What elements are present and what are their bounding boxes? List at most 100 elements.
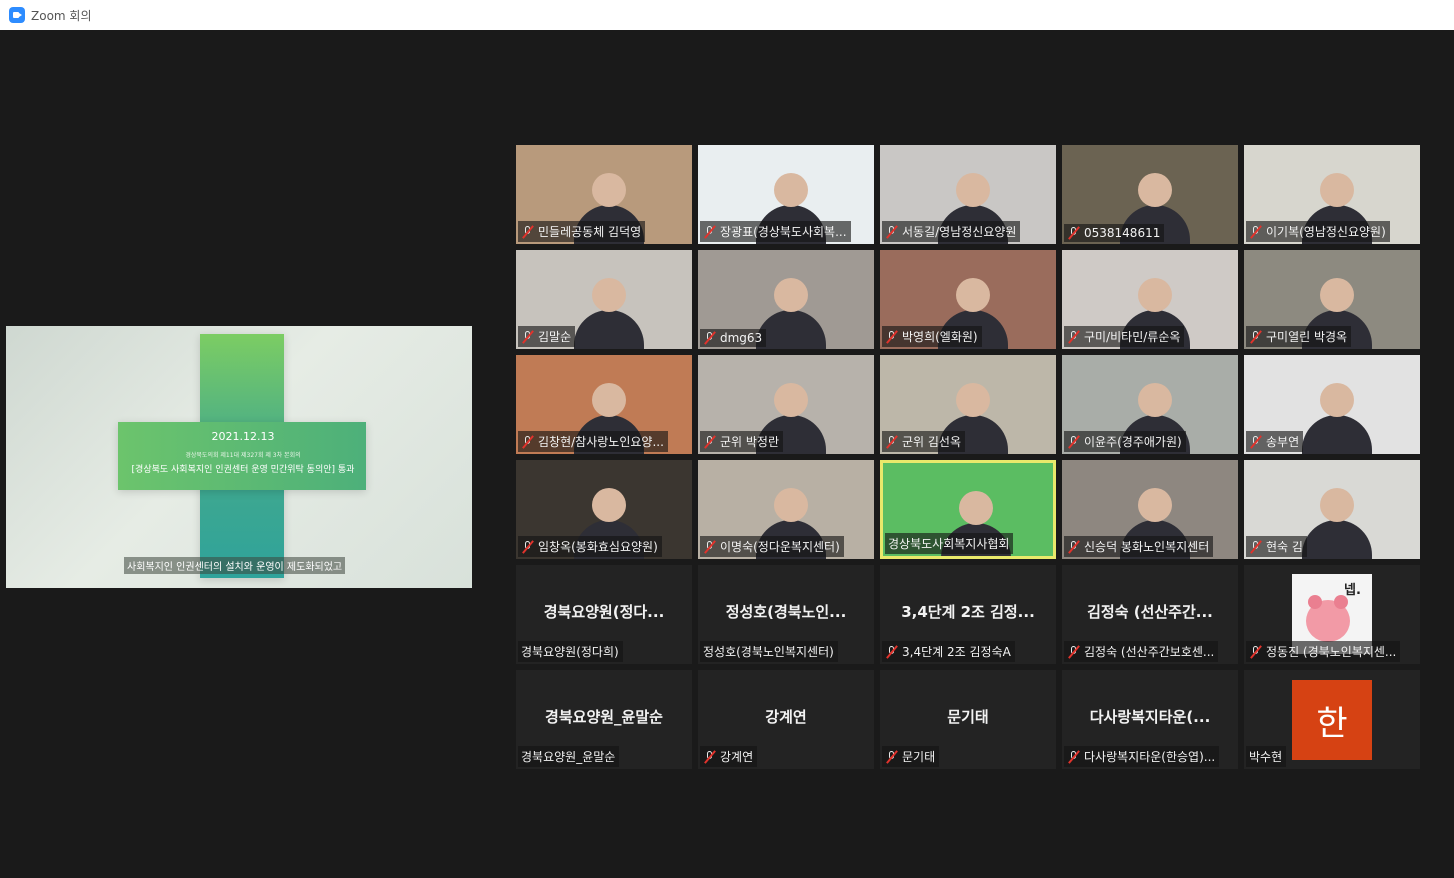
participant-tile[interactable]: 군위 박정란 <box>698 355 874 454</box>
participant-tile[interactable]: 김정숙 (선산주간... 김정숙 (선산주간보호센... <box>1062 565 1238 664</box>
participant-name: 민들레공동체 김덕영 <box>538 225 642 239</box>
person-head <box>592 488 626 522</box>
person-head <box>592 278 626 312</box>
participant-tile[interactable]: 강계연 강계연 <box>698 670 874 769</box>
participant-tile[interactable]: 서동길/영남정신요양원 <box>880 145 1056 244</box>
participant-name: dmg63 <box>720 331 763 345</box>
muted-mic-icon <box>1067 226 1081 240</box>
participant-tile[interactable]: 3,4단계 2조 김정... 3,4단계 2조 김정숙A <box>880 565 1056 664</box>
participant-name: 이명숙(정다운복지센터) <box>720 540 840 554</box>
participant-name: 구미/비타민/류순옥 <box>1084 330 1181 344</box>
participant-tile[interactable]: 박영희(엘화원) <box>880 250 1056 349</box>
muted-mic-icon <box>1249 434 1263 449</box>
title-bar: Zoom 회의 <box>0 0 1454 30</box>
participant-name: 김창현/참사랑노인요양... <box>538 435 664 449</box>
share-headline: [경상북도 사회복지인 인권센터 운영 민간위탁 동의안] 통과 <box>131 465 355 475</box>
participant-tile[interactable]: 다사랑복지타운(... 다사랑복지타운(한승엽)... <box>1062 670 1238 769</box>
participant-tile[interactable]: 넵. 정동진 (경북노인복지센... <box>1244 565 1420 664</box>
participant-display-name: 다사랑복지타운(... <box>1089 708 1211 726</box>
person-head <box>1138 278 1172 312</box>
participant-display-name: 문기태 <box>947 708 989 726</box>
person-head <box>1138 488 1172 522</box>
participant-name: 강계연 <box>720 750 754 764</box>
participant-display-name: 3,4단계 2조 김정... <box>901 603 1035 621</box>
participant-name: 박영희(엘화원) <box>902 330 978 344</box>
participant-tile[interactable]: 문기태 문기태 <box>880 670 1056 769</box>
participant-name-label: 송부연 <box>1246 431 1304 452</box>
screen-share-view[interactable]: 2021.12.13 경상북도의회 제11대 제327회 제 3차 본회의 [경… <box>6 326 472 588</box>
participant-name: 임창옥(봉화효심요양원) <box>538 540 658 554</box>
participant-tile[interactable]: 김말순 <box>516 250 692 349</box>
participant-tile[interactable]: 경북요양원_윤말순 경북요양원_윤말순 <box>516 670 692 769</box>
participant-tile[interactable]: dmg63 <box>698 250 874 349</box>
muted-mic-icon <box>1249 644 1263 659</box>
participant-tile[interactable]: 송부연 <box>1244 355 1420 454</box>
participant-tile[interactable]: 군위 김선옥 <box>880 355 1056 454</box>
participant-name-label: 임창옥(봉화효심요양원) <box>518 536 662 557</box>
participant-tile[interactable]: 한 박수현 <box>1244 670 1420 769</box>
participant-gallery: 민들레공동체 김덕영 장광표(경상북도사회복... 서동길/영남정신요양원 05381… <box>516 145 1420 769</box>
participant-tile[interactable]: 이기복(영남정신요양원) <box>1244 145 1420 244</box>
participant-name: 경북요양원(정다희) <box>521 645 619 659</box>
participant-name-label: 박수현 <box>1246 746 1287 767</box>
person-head <box>1320 173 1354 207</box>
muted-mic-icon <box>521 329 535 344</box>
muted-mic-icon <box>703 539 717 554</box>
muted-mic-icon <box>885 644 899 659</box>
person-head <box>774 383 808 417</box>
person-silhouette <box>1302 520 1372 559</box>
participant-name: 현숙 김 <box>1266 540 1303 554</box>
participant-tile[interactable]: 경북요양원(정다... 경북요양원(정다희) <box>516 565 692 664</box>
muted-mic-icon <box>1249 539 1263 554</box>
participant-name-label: 3,4단계 2조 김정숙A <box>882 641 1015 662</box>
participant-name: 3,4단계 2조 김정숙A <box>902 645 1011 659</box>
participant-name-label: 문기태 <box>882 746 940 767</box>
muted-mic-icon <box>885 749 899 764</box>
participant-tile[interactable]: 정성호(경북노인... 정성호(경북노인복지센터) <box>698 565 874 664</box>
share-date: 2021.12.13 <box>211 430 275 443</box>
participant-tile[interactable]: 민들레공동체 김덕영 <box>516 145 692 244</box>
participant-tile[interactable]: 구미열린 박경옥 <box>1244 250 1420 349</box>
muted-mic-icon <box>703 749 717 764</box>
person-head <box>774 488 808 522</box>
person-head <box>592 173 626 207</box>
participant-name: 정성호(경북노인복지센터) <box>703 645 834 659</box>
participant-display-name: 김정숙 (선산주간... <box>1087 603 1213 621</box>
muted-mic-icon <box>1067 434 1081 449</box>
participant-tile[interactable]: 현숙 김 <box>1244 460 1420 559</box>
participant-name: 0538148611 <box>1084 226 1161 240</box>
participant-tile[interactable]: 장광표(경상북도사회복... <box>698 145 874 244</box>
participant-tile[interactable]: 경상북도사회복지사협회 <box>880 460 1056 559</box>
participant-name-label: 경상북도사회복지사협회 <box>885 533 1014 554</box>
participant-name-label: 구미열린 박경옥 <box>1246 326 1352 347</box>
person-head <box>1320 383 1354 417</box>
muted-mic-icon <box>703 434 717 449</box>
participant-tile[interactable]: 0538148611 <box>1062 145 1238 244</box>
sticker-text: 넵. <box>1344 583 1361 598</box>
participant-name-label: 민들레공동체 김덕영 <box>518 221 646 242</box>
participant-tile[interactable]: 이윤주(경주애가원) <box>1062 355 1238 454</box>
participant-tile[interactable]: 구미/비타민/류순옥 <box>1062 250 1238 349</box>
participant-name-label: 신승덕 봉화노인복지센터 <box>1064 536 1214 557</box>
muted-mic-icon <box>703 224 717 239</box>
participant-tile[interactable]: 신승덕 봉화노인복지센터 <box>1062 460 1238 559</box>
person-head <box>592 383 626 417</box>
person-head <box>956 383 990 417</box>
participant-tile[interactable]: 임창옥(봉화효심요양원) <box>516 460 692 559</box>
participant-name: 정동진 (경북노인복지센... <box>1266 645 1397 659</box>
muted-mic-icon <box>1249 329 1263 344</box>
person-head <box>774 173 808 207</box>
participant-name-label: 이명숙(정다운복지센터) <box>700 536 844 557</box>
participant-display-name: 경북요양원(정다... <box>543 603 665 621</box>
participant-name: 경상북도사회복지사협회 <box>888 537 1010 551</box>
participant-name-label: 군위 김선옥 <box>882 431 966 452</box>
person-head <box>1138 173 1172 207</box>
person-head <box>774 278 808 312</box>
participant-name-label: 경북요양원_윤말순 <box>518 746 620 767</box>
participant-tile[interactable]: 김창현/참사랑노인요양... <box>516 355 692 454</box>
muted-mic-icon <box>703 331 717 345</box>
participant-tile[interactable]: 이명숙(정다운복지센터) <box>698 460 874 559</box>
participant-name: 장광표(경상북도사회복... <box>720 225 847 239</box>
participant-name: 이윤주(경주애가원) <box>1084 435 1182 449</box>
participant-name-label: 김말순 <box>518 326 576 347</box>
